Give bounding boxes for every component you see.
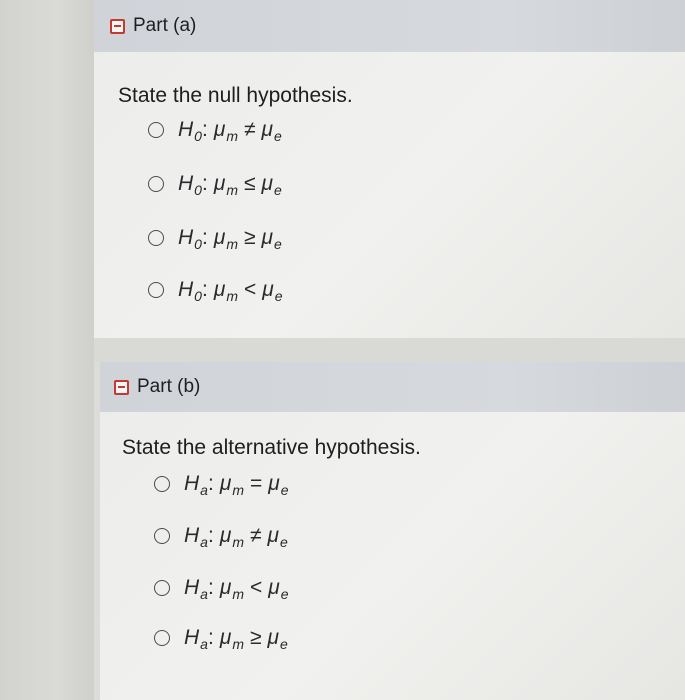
part-a-prompt: State the null hypothesis. bbox=[118, 84, 353, 107]
part-a-option-2[interactable]: H0: μm ≤ μe bbox=[148, 172, 282, 198]
part-a-panel: Part (a) State the null hypothesis. H0: … bbox=[94, 0, 685, 338]
section-divider bbox=[94, 338, 685, 362]
part-b-option-4[interactable]: Ha: μm ≥ μe bbox=[154, 626, 288, 652]
part-a-title: Part (a) bbox=[133, 15, 197, 36]
left-margin bbox=[0, 0, 94, 700]
part-b-header[interactable]: Part (b) bbox=[100, 362, 685, 412]
collapse-icon[interactable] bbox=[110, 18, 125, 34]
collapse-icon[interactable] bbox=[114, 379, 129, 395]
radio-button[interactable] bbox=[154, 528, 170, 544]
part-a-header[interactable]: Part (a) bbox=[94, 0, 685, 52]
part-b-option-1[interactable]: Ha: μm = μe bbox=[154, 472, 289, 498]
part-b-title: Part (b) bbox=[137, 376, 201, 397]
part-b-prompt: State the alternative hypothesis. bbox=[122, 436, 421, 459]
radio-button[interactable] bbox=[148, 230, 164, 246]
part-a-option-1[interactable]: H0: μm ≠ μe bbox=[148, 118, 282, 144]
radio-button[interactable] bbox=[154, 630, 170, 646]
radio-button[interactable] bbox=[148, 176, 164, 192]
part-b-option-2[interactable]: Ha: μm ≠ μe bbox=[154, 524, 288, 550]
part-b-option-3[interactable]: Ha: μm < μe bbox=[154, 576, 289, 602]
part-a-option-3[interactable]: H0: μm ≥ μe bbox=[148, 226, 282, 252]
part-a-option-4[interactable]: H0: μm < μe bbox=[148, 278, 283, 304]
radio-button[interactable] bbox=[154, 580, 170, 596]
radio-button[interactable] bbox=[154, 476, 170, 492]
radio-button[interactable] bbox=[148, 282, 164, 298]
radio-button[interactable] bbox=[148, 122, 164, 138]
part-b-panel: Part (b) State the alternative hypothesi… bbox=[100, 362, 685, 700]
